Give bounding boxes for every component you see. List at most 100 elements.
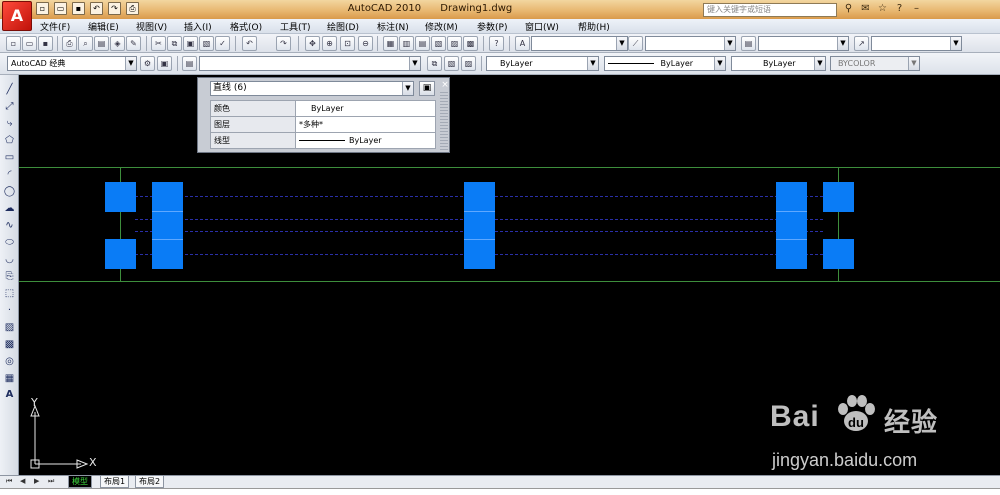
publish-icon[interactable]: ▤ — [94, 36, 109, 51]
property-value[interactable]: *多种* — [295, 116, 436, 133]
arc-icon[interactable]: ◜ — [2, 168, 17, 182]
paste-special-icon[interactable]: ▧ — [199, 36, 214, 51]
table-style-icon[interactable]: ▤ — [741, 36, 756, 51]
property-row-color[interactable]: 颜色 ByLayer — [210, 100, 436, 117]
rectangle-icon[interactable]: ▭ — [2, 151, 17, 165]
lineweight-combo[interactable]: ByLayer ▼ — [731, 56, 826, 71]
undo-icon[interactable]: ↶ — [242, 36, 257, 51]
print-icon[interactable]: ⎙ — [62, 36, 77, 51]
pan-icon[interactable]: ✥ — [305, 36, 320, 51]
right-small-block-bottom[interactable] — [823, 239, 854, 269]
menu-help[interactable]: 帮助(H) — [578, 20, 610, 33]
tool-palettes-icon[interactable]: ▤ — [415, 36, 430, 51]
close-icon[interactable]: × — [440, 80, 450, 90]
menu-modify[interactable]: 修改(M) — [425, 20, 458, 33]
left-tall-block[interactable] — [152, 182, 183, 269]
copy-icon[interactable]: ⧉ — [167, 36, 182, 51]
tab-next-icon[interactable]: ▶ — [34, 477, 39, 485]
redo-icon[interactable]: ↷ — [108, 2, 121, 15]
tab-model[interactable]: 模型 — [68, 476, 92, 488]
layer-combo[interactable]: ▼ — [199, 56, 421, 71]
binoculars-icon[interactable]: ⚲ — [842, 2, 855, 15]
multileader-style-icon[interactable]: ↗ — [854, 36, 869, 51]
quickcalc-icon[interactable]: ▩ — [463, 36, 478, 51]
line-tool-icon[interactable]: ╱ — [2, 83, 17, 97]
region-icon[interactable]: ◎ — [2, 355, 17, 369]
property-value[interactable]: ByLayer — [295, 100, 436, 117]
command-line[interactable] — [0, 488, 1000, 495]
dimension-style-combo[interactable]: ▼ — [645, 36, 736, 51]
markup-icon[interactable]: ▨ — [447, 36, 462, 51]
gradient-icon[interactable]: ▩ — [2, 338, 17, 352]
paste-icon[interactable]: ▣ — [183, 36, 198, 51]
left-small-block-top[interactable] — [105, 182, 136, 212]
linetype-combo[interactable]: ByLayer ▼ — [604, 56, 726, 71]
zoom-window-icon[interactable]: ⊡ — [340, 36, 355, 51]
color-combo[interactable]: ByLayer ▼ — [486, 56, 599, 71]
layer-states-icon[interactable]: ▨ — [461, 56, 476, 71]
open-icon[interactable]: ▭ — [22, 36, 37, 51]
property-value[interactable]: ByLayer — [295, 132, 436, 149]
design-center-icon[interactable]: ▥ — [399, 36, 414, 51]
multiline-text-icon[interactable]: A — [2, 388, 17, 402]
polygon-icon[interactable]: ⬠ — [2, 134, 17, 148]
text-style-combo[interactable]: ▼ — [531, 36, 628, 51]
menu-view[interactable]: 视图(V) — [136, 20, 167, 33]
tab-layout2[interactable]: 布局2 — [135, 476, 165, 488]
tab-layout1[interactable]: 布局1 — [100, 476, 130, 488]
quick-select-icon[interactable]: ▣ — [419, 81, 435, 96]
communication-icon[interactable]: ✉ — [859, 2, 872, 15]
zoom-realtime-icon[interactable]: ⊕ — [322, 36, 337, 51]
autocad-logo-icon[interactable]: A — [2, 1, 32, 31]
property-row-layer[interactable]: 图层 *多种* — [210, 116, 436, 133]
menu-insert[interactable]: 插入(I) — [184, 20, 212, 33]
minimize-icon[interactable]: – — [910, 2, 923, 15]
menu-file[interactable]: 文件(F) — [40, 20, 70, 33]
left-small-block-bottom[interactable] — [105, 239, 136, 269]
text-style-icon[interactable]: A — [515, 36, 530, 51]
ellipse-icon[interactable]: ⬭ — [2, 236, 17, 250]
save-icon[interactable]: ▪ — [72, 2, 85, 15]
insert-block-icon[interactable]: ⎘ — [2, 270, 17, 284]
make-current-layer-icon[interactable]: ⧉ — [427, 56, 442, 71]
properties-icon[interactable]: ▦ — [383, 36, 398, 51]
menu-dimension[interactable]: 标注(N) — [377, 20, 409, 33]
workspace-save-icon[interactable]: ▣ — [157, 56, 172, 71]
undo-icon[interactable]: ↶ — [90, 2, 103, 15]
table-style-combo[interactable]: ▼ — [758, 36, 849, 51]
3d-dwf-icon[interactable]: ◈ — [110, 36, 125, 51]
menu-tools[interactable]: 工具(T) — [280, 20, 311, 33]
ellipse-arc-icon[interactable]: ◡ — [2, 253, 17, 267]
tab-prev-icon[interactable]: ◀ — [20, 477, 25, 485]
workspace-settings-icon[interactable]: ⚙ — [140, 56, 155, 71]
redo-icon[interactable]: ↷ — [276, 36, 291, 51]
dimension-style-icon[interactable]: ⟋ — [628, 36, 643, 51]
spline-icon[interactable]: ∿ — [2, 219, 17, 233]
help-icon[interactable]: ? — [489, 36, 504, 51]
etransmit-icon[interactable]: ✎ — [126, 36, 141, 51]
point-icon[interactable]: · — [2, 304, 17, 318]
save-icon[interactable]: ▪ — [38, 36, 53, 51]
polyline-icon[interactable]: ⤷ — [2, 117, 17, 131]
open-file-icon[interactable]: ▭ — [54, 2, 67, 15]
property-row-linetype[interactable]: 线型 ByLayer — [210, 132, 436, 149]
hatch-icon[interactable]: ▨ — [2, 321, 17, 335]
construction-line-icon[interactable]: ⤢ — [2, 100, 17, 114]
layer-previous-icon[interactable]: ▧ — [444, 56, 459, 71]
tab-last-icon[interactable]: ⏭ — [48, 477, 54, 486]
menu-draw[interactable]: 绘图(D) — [327, 20, 359, 33]
layer-manager-icon[interactable]: ▤ — [182, 56, 197, 71]
tab-first-icon[interactable]: ⏮ — [6, 477, 12, 486]
cut-icon[interactable]: ✂ — [151, 36, 166, 51]
zoom-previous-icon[interactable]: ⊖ — [358, 36, 373, 51]
workspace-combo[interactable]: AutoCAD 经典 ▼ — [7, 56, 137, 71]
help-icon[interactable]: ? — [893, 2, 906, 15]
panel-grip[interactable] — [440, 92, 448, 150]
multileader-style-combo[interactable]: ▼ — [871, 36, 962, 51]
sheet-set-icon[interactable]: ▧ — [431, 36, 446, 51]
circle-icon[interactable]: ◯ — [2, 185, 17, 199]
match-properties-icon[interactable]: ✓ — [215, 36, 230, 51]
make-block-icon[interactable]: ⬚ — [2, 287, 17, 301]
help-search-input[interactable]: 键入关键字或短语 — [703, 3, 837, 17]
selection-type-combo[interactable]: 直线 (6) ▼ — [210, 81, 414, 96]
